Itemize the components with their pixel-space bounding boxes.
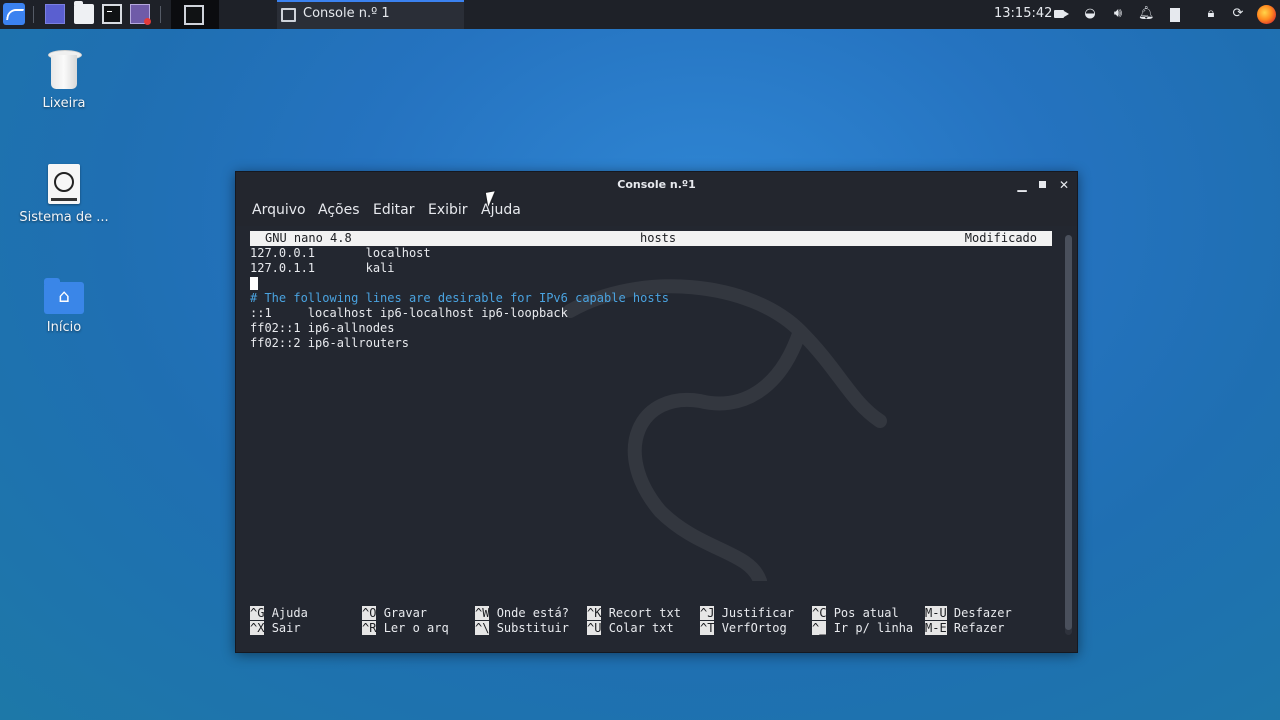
file-line: 127.0.0.1 localhost (250, 246, 431, 260)
shortcut-key: ^K (587, 606, 602, 620)
nano-header-bar: GNU nano 4.8 hosts Modificado (250, 231, 1052, 246)
shortcut-key: M-U (925, 606, 947, 620)
shortcut-label: Sair (271, 621, 301, 635)
taskbar-window-button[interactable]: Console n.º 1 (277, 0, 464, 29)
shortcut-key: ^U (587, 621, 602, 635)
shortcut-key: ^R (362, 621, 377, 635)
file-line-comment: # The following lines are desirable for … (250, 291, 670, 305)
refresh-icon[interactable]: ⟳ (1230, 6, 1246, 22)
window-titlebar[interactable]: Console n.º1 ▁ ✕ (236, 172, 1077, 198)
terminal-window-icon (281, 8, 296, 22)
kali-menu-icon[interactable] (3, 3, 25, 25)
shortcut-label: Justificar (721, 606, 794, 620)
shortcut-label: Gravar (383, 606, 428, 620)
shortcut-key: M-E (925, 621, 947, 635)
shortcut-redo[interactable]: M-E Refazer (925, 621, 1005, 636)
shortcut-replace[interactable]: ^\ Substituir (475, 621, 569, 636)
shortcut-key: ^G (250, 606, 265, 620)
shortcut-label: VerfOrtog (721, 621, 787, 635)
shortcut-undo[interactable]: M-U Desfazer (925, 606, 1012, 621)
menu-arquivo[interactable]: Arquivo (252, 202, 306, 218)
close-icon[interactable]: ✕ (1056, 177, 1072, 193)
menu-editar[interactable]: Editar (373, 202, 414, 218)
volume-icon[interactable]: 🔊︎ (1110, 6, 1126, 22)
terminal-content[interactable]: GNU nano 4.8 hosts Modificado 127.0.0.1 … (250, 231, 1056, 636)
notifications-icon[interactable]: 🔔︎ (1138, 6, 1155, 22)
shortcut-label: Ir p/ linha (833, 621, 914, 635)
desktop-icon-filesystem[interactable]: Sistema de ... (14, 164, 114, 225)
shortcut-label: Ler o arq (383, 621, 449, 635)
menubar: Arquivo Ações Editar Exibir Ajuda (236, 198, 1077, 226)
shortcut-key: ^C (812, 606, 827, 620)
taskbar: Console n.º 1 13:15:42 ◒ 🔊︎ 🔔︎ 🔒︎ ⟳ (0, 0, 1280, 29)
shortcut-spell-check[interactable]: ^T VerfOrtog (700, 621, 787, 636)
shortcut-label: Colar txt (608, 621, 674, 635)
file-line: ff02::1 ip6-allnodes (250, 321, 395, 335)
shortcut-label: Recort txt (608, 606, 681, 620)
shortcut-save[interactable]: ^O Gravar (362, 606, 427, 621)
scrollbar-thumb[interactable] (1065, 235, 1072, 630)
shortcut-label: Desfazer (953, 606, 1012, 620)
shortcut-cut-text[interactable]: ^K Recort txt (587, 606, 681, 621)
shortcut-cur-pos[interactable]: ^C Pos atual (812, 606, 899, 621)
home-folder-icon (44, 278, 84, 314)
shortcut-key: ^W (475, 606, 490, 620)
terminal-window: Console n.º1 ▁ ✕ Arquivo Ações Editar Ex… (235, 171, 1078, 653)
shortcut-justify[interactable]: ^J Justificar (700, 606, 794, 621)
clock[interactable]: 13:15:42 (994, 6, 1052, 21)
window-title: Console n.º1 (617, 178, 696, 191)
battery-icon[interactable] (1166, 6, 1182, 22)
shortcut-label: Refazer (953, 621, 1005, 635)
shortcut-go-to-line[interactable]: ^_ Ir p/ linha (812, 621, 913, 636)
minimize-icon[interactable]: ▁ (1014, 177, 1030, 193)
nano-filename: hosts (640, 231, 677, 245)
shortcut-label: Pos atual (833, 606, 899, 620)
desktop-icon-label: Início (46, 320, 82, 335)
shortcut-key: ^\ (475, 621, 490, 635)
shortcut-where-is[interactable]: ^W Onde está? (475, 606, 569, 621)
shortcut-key: ^X (250, 621, 265, 635)
file-line: ff02::2 ip6-allrouters (250, 336, 409, 350)
desktop-icon-label: Sistema de ... (19, 210, 109, 225)
menu-acoes[interactable]: Ações (318, 202, 360, 218)
maximize-icon[interactable] (1035, 177, 1051, 193)
filesystem-icon (48, 164, 80, 204)
shortcut-key: ^_ (812, 621, 827, 635)
shortcut-key: ^O (362, 606, 377, 620)
text-cursor (250, 277, 258, 290)
shortcut-help[interactable]: ^G Ajuda (250, 606, 308, 621)
trash-icon (48, 50, 82, 90)
file-line: 127.0.1.1 kali (250, 261, 395, 275)
terminal-launcher-icon[interactable] (102, 4, 122, 24)
desktop-icon-label: Lixeira (42, 96, 86, 111)
screen-recorder-icon[interactable] (130, 4, 151, 25)
taskbar-separator (33, 6, 34, 23)
nano-version: GNU nano 4.8 (265, 231, 352, 245)
shortcut-paste-text[interactable]: ^U Colar txt (587, 621, 674, 636)
shortcut-label: Substituir (496, 621, 569, 635)
file-line: ::1 localhost ip6-localhost ip6-loopback (250, 306, 568, 320)
file-manager-icon[interactable] (74, 1, 94, 24)
menu-exibir[interactable]: Exibir (428, 202, 468, 218)
shortcut-exit[interactable]: ^X Sair (250, 621, 301, 636)
camera-icon[interactable] (1053, 6, 1069, 22)
firefox-icon[interactable] (1257, 5, 1276, 24)
nano-modified-status: Modificado (964, 231, 1037, 245)
taskbar-separator (160, 6, 161, 23)
shortcut-label: Ajuda (271, 606, 308, 620)
shortcut-key: ^T (700, 621, 715, 635)
lock-screen-icon[interactable]: 🔒︎ (1203, 6, 1219, 22)
network-icon[interactable]: ◒ (1082, 6, 1098, 22)
terminal-icon (184, 5, 204, 25)
active-terminal-task[interactable] (171, 0, 219, 29)
shortcut-key: ^J (700, 606, 715, 620)
terminal-scrollbar[interactable] (1065, 235, 1072, 635)
workspace-switcher-icon[interactable] (45, 4, 65, 24)
desktop-icon-trash[interactable]: Lixeira (14, 50, 114, 111)
shortcut-label: Onde está? (496, 606, 569, 620)
taskbar-window-title: Console n.º 1 (303, 6, 390, 21)
desktop-icon-home[interactable]: Início (14, 278, 114, 335)
shortcut-read-file[interactable]: ^R Ler o arq (362, 621, 449, 636)
